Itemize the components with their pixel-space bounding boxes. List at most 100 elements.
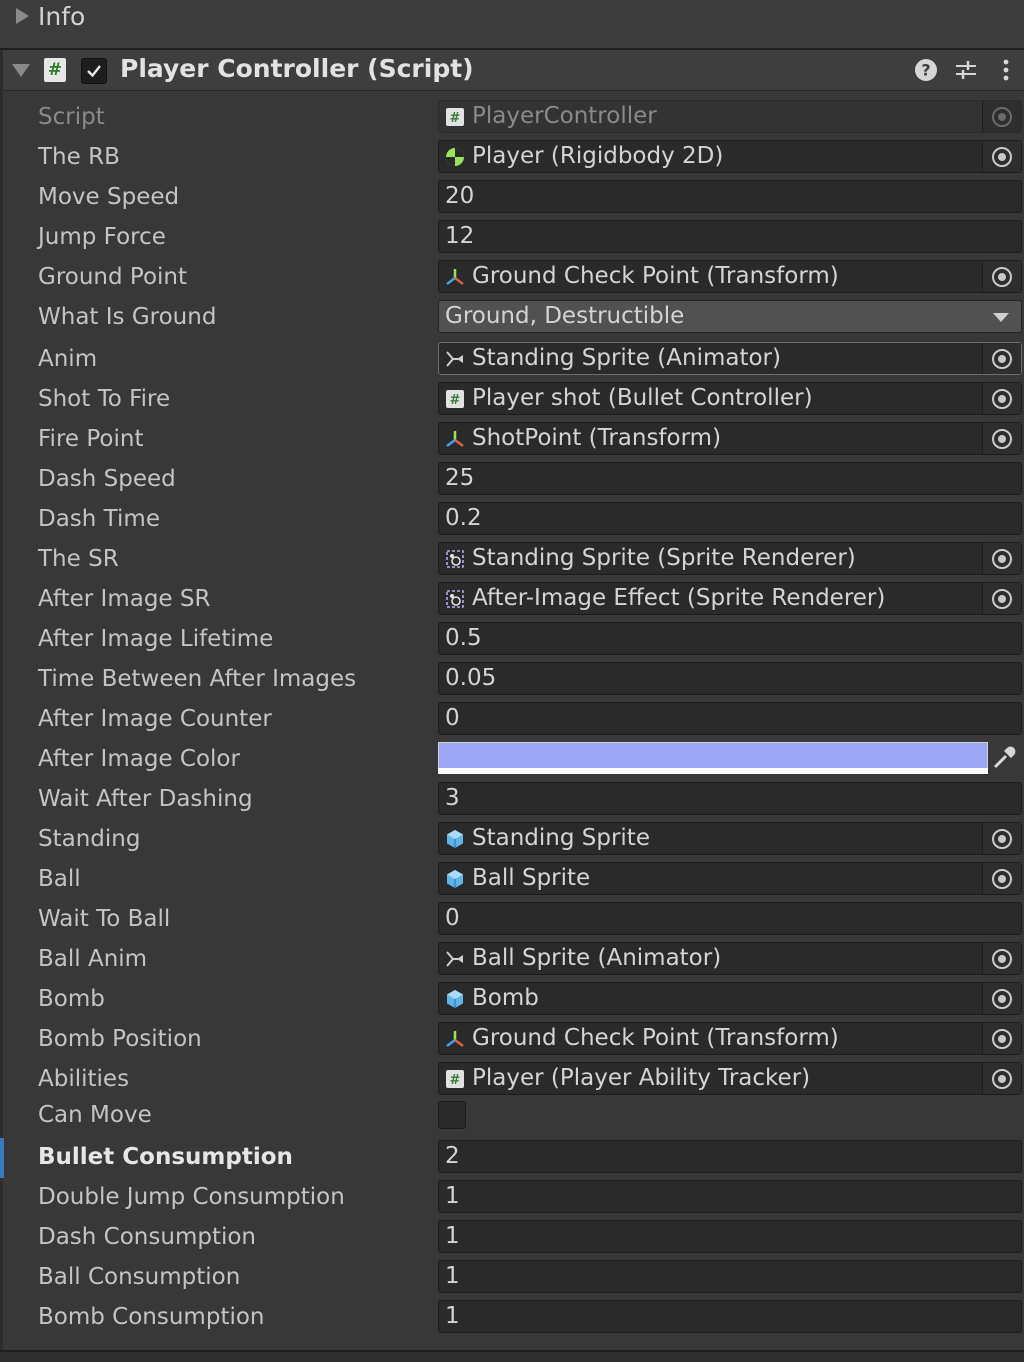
property-label: Can Move [38,1102,152,1128]
after-image-sr-object-field[interactable]: After-Image Effect (Sprite Renderer) [438,582,1022,615]
more-options-icon[interactable] [996,58,1016,82]
object-picker-icon [992,869,1012,889]
svg-text:?: ? [921,61,930,80]
property-value: 1 [445,1303,460,1329]
property-value: After-Image Effect (Sprite Renderer) [472,585,886,611]
collapse-arrow-icon[interactable] [12,64,30,77]
property-label: Ball Anim [38,946,148,972]
object-picker-icon [992,429,1012,449]
shot-to-fire-object-field[interactable]: # Player shot (Bullet Controller) [438,382,1022,415]
property-value: Ground Check Point (Transform) [472,1025,839,1051]
modified-property-marker [0,1138,4,1178]
double-jump-consumption-input[interactable]: 1 [438,1180,1022,1213]
object-picker-button[interactable] [982,543,1021,574]
info-foldout[interactable]: Info [0,0,1024,50]
what-is-ground-dropdown[interactable]: Ground, Destructible [438,300,1022,333]
anim-object-field[interactable]: Standing Sprite (Animator) [438,342,1022,375]
object-picker-button [982,101,1021,132]
after-image-lifetime-input[interactable]: 0.5 [438,622,1022,655]
property-label: Standing [38,826,141,852]
object-picker-icon [992,389,1012,409]
object-picker-button[interactable] [982,583,1021,614]
the-rb-object-field[interactable]: Player (Rigidbody 2D) [438,140,1022,173]
property-label: Dash Consumption [38,1224,257,1250]
property-label: Time Between After Images [38,666,357,692]
object-picker-button[interactable] [982,141,1021,172]
svg-text:#: # [450,111,461,126]
ball-consumption-input[interactable]: 1 [438,1260,1022,1293]
bomb-position-object-field[interactable]: Ground Check Point (Transform) [438,1022,1022,1055]
component-title: Player Controller (Script) [120,54,474,83]
eyedropper-icon[interactable] [990,744,1018,772]
object-picker-button[interactable] [982,261,1021,292]
property-value: Ground Check Point (Transform) [472,263,839,289]
object-picker-button[interactable] [982,1063,1021,1094]
property-value: Bomb [472,985,539,1011]
dash-consumption-input[interactable]: 1 [438,1220,1022,1253]
wait-to-ball-input[interactable]: 0 [438,902,1022,935]
property-value: Ball Sprite [472,865,591,891]
property-value: Ball Sprite (Animator) [472,945,722,971]
object-picker-icon [992,1069,1012,1089]
property-label: Dash Speed [38,466,176,492]
alpha-bar [438,768,988,774]
property-value: Player (Rigidbody 2D) [472,143,724,169]
property-value: 25 [445,465,475,491]
help-icon[interactable]: ? [914,58,938,82]
component-enabled-checkbox[interactable] [81,58,107,84]
property-value: 1 [445,1223,460,1249]
ball-object-field[interactable]: Ball Sprite [438,862,1022,895]
object-picker-button[interactable] [982,383,1021,414]
object-picker-button[interactable] [982,423,1021,454]
standing-object-field[interactable]: Standing Sprite [438,822,1022,855]
component-header[interactable]: # Player Controller (Script) ? [0,50,1024,91]
property-value: ShotPoint (Transform) [472,425,722,451]
ground-point-object-field[interactable]: Ground Check Point (Transform) [438,260,1022,293]
property-label: Abilities [38,1066,130,1092]
object-picker-icon [992,549,1012,569]
after-image-color-field[interactable] [438,740,1022,776]
after-image-counter-input[interactable]: 0 [438,702,1022,735]
check-icon [87,65,101,78]
object-picker-button[interactable] [982,1023,1021,1054]
object-picker-icon [992,349,1012,369]
property-label: Move Speed [38,184,180,210]
dash-speed-input[interactable]: 25 [438,462,1022,495]
object-picker-button[interactable] [982,983,1021,1014]
property-value: PlayerController [472,103,657,129]
property-value: Standing Sprite (Animator) [472,345,781,371]
property-label: Script [38,104,105,130]
next-component-header [0,1350,1024,1362]
expand-arrow-icon[interactable] [16,8,29,24]
object-picker-icon [992,949,1012,969]
object-picker-button[interactable] [982,343,1021,374]
abilities-object-field[interactable]: # Player (Player Ability Tracker) [438,1062,1022,1095]
property-label: Shot To Fire [38,386,171,412]
object-picker-button[interactable] [982,863,1021,894]
property-label: Bomb [38,986,105,1012]
property-value: 0 [445,905,460,931]
ball-anim-object-field[interactable]: Ball Sprite (Animator) [438,942,1022,975]
object-picker-button[interactable] [982,943,1021,974]
property-value: 0 [445,705,460,731]
the-sr-object-field[interactable]: Standing Sprite (Sprite Renderer) [438,542,1022,575]
bomb-object-field[interactable]: Bomb [438,982,1022,1015]
jump-force-input[interactable]: 12 [438,220,1022,253]
bomb-consumption-input[interactable]: 1 [438,1300,1022,1333]
object-picker-icon [992,1029,1012,1049]
object-picker-button[interactable] [982,823,1021,854]
bullet-consumption-input[interactable]: 2 [438,1140,1022,1173]
script-icon: # [44,58,66,82]
move-speed-input[interactable]: 20 [438,180,1022,213]
time-between-after-images-input[interactable]: 0.05 [438,662,1022,695]
presets-icon[interactable] [954,58,978,82]
dash-time-input[interactable]: 0.2 [438,502,1022,535]
can-move-toggle[interactable] [438,1101,466,1129]
property-value: 2 [445,1143,460,1169]
wait-after-dashing-input[interactable]: 3 [438,782,1022,815]
object-picker-icon [992,267,1012,287]
object-picker-icon [992,989,1012,1009]
property-value: 0.5 [445,625,482,651]
color-swatch[interactable] [438,742,988,770]
fire-point-object-field[interactable]: ShotPoint (Transform) [438,422,1022,455]
